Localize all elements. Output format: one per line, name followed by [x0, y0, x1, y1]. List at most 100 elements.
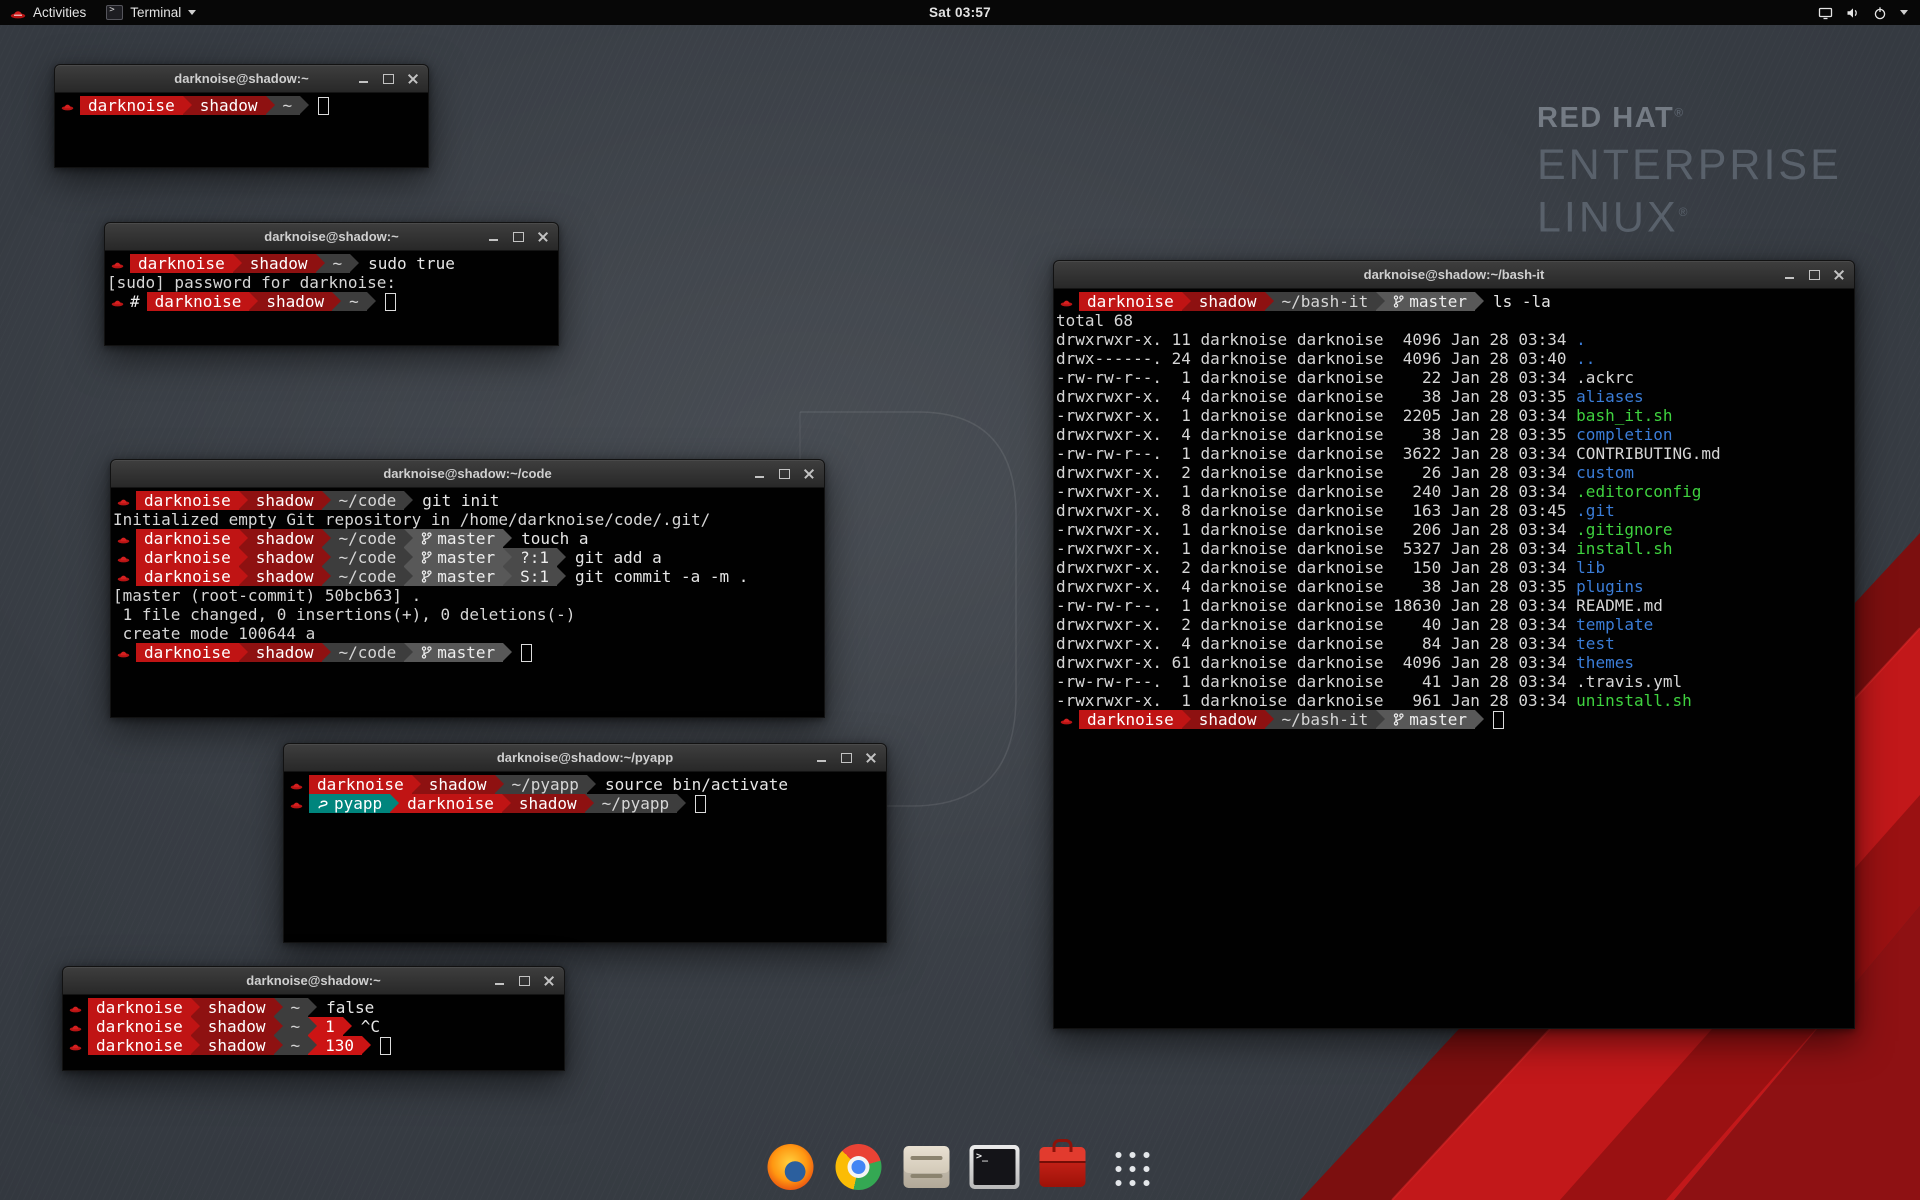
ls-meta: drwxrwxr-x. 4 darknoise darknoise 38 Jan… — [1056, 387, 1576, 406]
file-name: .travis.yml — [1576, 672, 1682, 691]
powerline-separator — [390, 794, 399, 813]
maximize-button[interactable] — [516, 973, 532, 989]
close-button[interactable] — [541, 973, 557, 989]
powerline-separator — [587, 775, 596, 794]
activities-label: Activities — [33, 5, 86, 20]
activities-button[interactable]: Activities — [0, 0, 96, 25]
window-buttons — [813, 744, 879, 771]
redhat-prompt-icon — [117, 648, 130, 658]
prompt-segment-stat: ?:1 — [512, 548, 557, 567]
prompt-segment-user: darknoise — [88, 1017, 191, 1036]
command-text: ^C — [361, 1017, 380, 1036]
command-text: git add a — [575, 548, 662, 567]
system-status-area[interactable] — [1818, 0, 1920, 25]
prompt-segment-path: ~/code — [331, 548, 405, 567]
terminal-screen[interactable]: darknoiseshadow~ — [55, 93, 428, 167]
redhat-prompt-icon — [117, 572, 130, 582]
titlebar-exit[interactable]: darknoise@shadow:~ — [63, 967, 564, 995]
file-name: CONTRIBUTING.md — [1576, 444, 1721, 463]
dock-item-terminal[interactable] — [966, 1138, 1023, 1195]
terminal-screen[interactable]: darknoiseshadow~/codegit initInitialized… — [111, 488, 824, 717]
app-menu-terminal[interactable]: Terminal — [96, 0, 206, 25]
close-button[interactable] — [405, 71, 421, 87]
minimize-button[interactable] — [751, 466, 767, 482]
ls-row: drwxrwxr-x. 2 darknoise darknoise 26 Jan… — [1056, 463, 1852, 482]
powerline-separator — [274, 1036, 283, 1055]
prompt-segment-host: shadow — [248, 548, 322, 567]
command-text: source bin/activate — [605, 775, 788, 794]
minimize-button[interactable] — [813, 750, 829, 766]
prompt-segment-path: ~ — [283, 1036, 309, 1055]
close-button[interactable] — [535, 229, 551, 245]
powerline-separator — [239, 643, 248, 662]
maximize-button[interactable] — [1806, 267, 1822, 283]
dock-item-app-grid[interactable] — [1102, 1138, 1159, 1195]
dock-item-toolbox[interactable] — [1034, 1138, 1091, 1195]
powerline-separator — [503, 529, 512, 548]
ls-meta: -rwxrwxr-x. 1 darknoise darknoise 206 Ja… — [1056, 520, 1576, 539]
file-name: uninstall.sh — [1576, 691, 1692, 710]
maximize-button[interactable] — [510, 229, 526, 245]
ls-meta: -rw-rw-r--. 1 darknoise darknoise 22 Jan… — [1056, 368, 1576, 387]
redhat-prompt-icon — [1060, 297, 1073, 307]
maximize-button[interactable] — [380, 71, 396, 87]
terminal-icon — [969, 1145, 1019, 1189]
titlebar-sudo[interactable]: darknoise@shadow:~ — [105, 223, 558, 251]
file-name: lib — [1576, 558, 1605, 577]
powerline-separator — [316, 254, 325, 273]
redhat-prompt-icon — [117, 496, 130, 506]
close-button[interactable] — [863, 750, 879, 766]
powerline-separator — [239, 548, 248, 567]
ls-row: drwxrwxr-x. 61 darknoise darknoise 4096 … — [1056, 653, 1852, 672]
branch-icon — [421, 532, 432, 545]
prompt-segment-host: shadow — [248, 529, 322, 548]
minimize-button[interactable] — [1781, 267, 1797, 283]
titlebar-pyapp[interactable]: darknoise@shadow:~/pyapp — [284, 744, 886, 772]
titlebar-home1[interactable]: darknoise@shadow:~ — [55, 65, 428, 93]
prompt-line: darknoiseshadow~/codegit init — [113, 491, 822, 510]
file-name: README.md — [1576, 596, 1663, 615]
terminal-screen[interactable]: darknoiseshadow~falsedarknoiseshadow~1^C… — [63, 995, 564, 1070]
ls-meta: drwx------. 24 darknoise darknoise 4096 … — [1056, 349, 1576, 368]
clock[interactable]: Sat 03:57 — [929, 5, 991, 20]
terminal-screen[interactable]: darknoiseshadow~sudo true[sudo] password… — [105, 251, 558, 345]
redhat-prompt-icon — [111, 259, 124, 269]
ls-row: -rwxrwxr-x. 1 darknoise darknoise 961 Ja… — [1056, 691, 1852, 710]
top-bar: Activities Terminal Sat 03:57 — [0, 0, 1920, 25]
app-grid-icon — [1109, 1146, 1151, 1188]
titlebar-bashit[interactable]: darknoise@shadow:~/bash-it — [1054, 261, 1854, 289]
dock-item-firefox[interactable] — [762, 1138, 819, 1195]
titlebar-code[interactable]: darknoise@shadow:~/code — [111, 460, 824, 488]
close-button[interactable] — [801, 466, 817, 482]
powerline-separator — [412, 775, 421, 794]
window-exit: darknoise@shadow:~darknoiseshadow~falsed… — [62, 966, 565, 1071]
minimize-button[interactable] — [355, 71, 371, 87]
file-name: template — [1576, 615, 1653, 634]
maximize-button[interactable] — [838, 750, 854, 766]
minimize-button[interactable] — [491, 973, 507, 989]
window-pyapp: darknoise@shadow:~/pyappdarknoiseshadow~… — [283, 743, 887, 943]
minimize-button[interactable] — [485, 229, 501, 245]
file-name: themes — [1576, 653, 1634, 672]
dock-item-chrome[interactable] — [830, 1138, 887, 1195]
powerline-separator — [183, 96, 192, 115]
chevron-down-icon — [1900, 10, 1908, 15]
prompt-segment-path: ~ — [325, 254, 351, 273]
dock-item-files[interactable] — [898, 1138, 955, 1195]
prompt-segment-path: ~/code — [331, 643, 405, 662]
ls-row: -rwxrwxr-x. 1 darknoise darknoise 2205 J… — [1056, 406, 1852, 425]
powerline-separator — [404, 491, 413, 510]
window-code: darknoise@shadow:~/code darknoiseshadow~/… — [110, 459, 825, 718]
output-line: [sudo] password for darknoise: — [107, 273, 556, 292]
powerline-separator — [1376, 292, 1385, 311]
terminal-cursor — [318, 97, 329, 115]
terminal-screen[interactable]: darknoiseshadow~/pyappsource bin/activat… — [284, 772, 886, 942]
prompt-segment-user: darknoise — [1079, 710, 1182, 729]
terminal-screen[interactable]: darknoiseshadow~/bash-itmasterls -latota… — [1054, 289, 1854, 1028]
prompt-segment-user: darknoise — [1079, 292, 1182, 311]
ls-row: -rwxrwxr-x. 1 darknoise darknoise 240 Ja… — [1056, 482, 1852, 501]
maximize-button[interactable] — [776, 466, 792, 482]
close-button[interactable] — [1831, 267, 1847, 283]
prompt-segment-path: ~/pyapp — [594, 794, 677, 813]
volume-icon — [1846, 6, 1860, 20]
